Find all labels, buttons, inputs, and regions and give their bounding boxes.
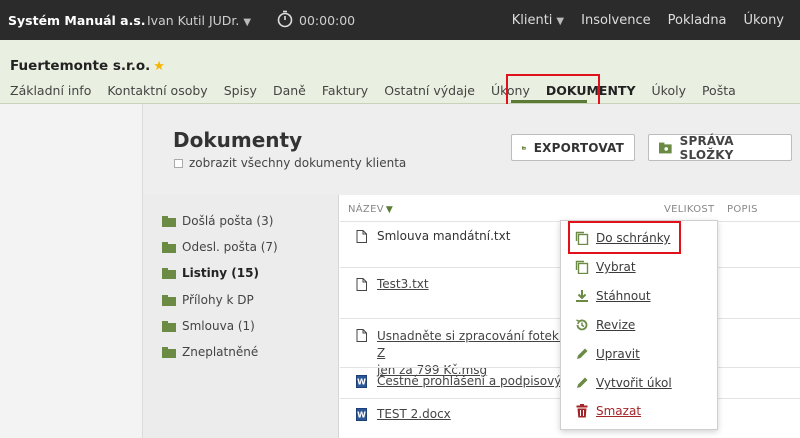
folder-item-invalidated[interactable]: Zneplatněné [162,345,258,359]
tab-files[interactable]: Spisy [224,83,257,98]
client-header: Fuertemonte s.r.o. ★ Základní info Kontak… [0,40,800,104]
chevron-down-icon: ▼ [556,16,565,27]
main-nav: Klienti ▼ Insolvence Pokladna Úkony [512,13,784,28]
menu-item-select[interactable]: Vybrat [575,260,636,274]
folder-icon [162,241,176,253]
document-icon [356,278,367,291]
annotation-highlight-menu-item [568,221,681,254]
stopwatch-icon[interactable] [276,10,294,28]
copy-icon [575,260,589,274]
show-all-documents-option[interactable]: zobrazit všechny dokumenty klienta [174,156,406,170]
pencil-icon [577,348,588,359]
file-name-link[interactable]: TEST 2.docx [377,407,451,421]
table-row[interactable]: W Čestné prohlášení a podpisový vz [356,374,579,388]
show-all-label: zobrazit všechny dokumenty klienta [189,156,407,170]
menu-item-delete[interactable]: Smazat [575,404,641,418]
table-row[interactable]: Test3.txt [356,277,429,291]
documents-header: Dokumenty zobrazit všechny dokumenty kli… [143,104,800,195]
file-name: Smlouva mandátní.txt [377,229,511,243]
app-brand[interactable]: Systém Manuál a.s. [8,13,146,28]
svg-text:W: W [357,411,366,420]
tab-other-expenses[interactable]: Ostatní výdaje [384,83,475,98]
show-all-checkbox[interactable] [174,158,183,168]
client-name: Fuertemonte s.r.o. ★ [10,58,165,74]
pencil-icon [577,377,588,388]
export-button[interactable]: EXPORTOVAT [511,134,635,161]
menu-item-edit[interactable]: Upravit [575,347,640,361]
nav-item-cashdesk[interactable]: Pokladna [668,13,727,28]
user-name: Ivan Kutil JUDr. [147,13,240,28]
document-icon [356,230,367,243]
table-row[interactable]: W TEST 2.docx [356,407,451,421]
folder-admin-button[interactable]: SPRÁVA SLOŽKY [648,134,792,162]
word-document-icon: W [356,408,367,421]
folder-icon [162,215,176,227]
history-icon [576,319,588,331]
folder-item-attachments[interactable]: Přílohy k DP [162,293,254,307]
folder-item-deeds[interactable]: Listiny (15) [162,266,259,280]
menu-item-revisions[interactable]: Revize [575,318,635,332]
column-header-description[interactable]: POPIS [727,204,758,215]
folder-list: Došlá pošta (3) Odesl. pošta (7) Listiny… [143,195,339,438]
export-icon [522,145,526,150]
tab-mail[interactable]: Pošta [702,83,736,98]
trash-icon [576,404,588,418]
column-header-name[interactable]: NÁZEV ▼ [348,204,393,215]
document-icon [356,329,367,342]
menu-item-download[interactable]: Stáhnout [575,289,651,303]
tab-taxes[interactable]: Daně [273,83,306,98]
folder-item-contract[interactable]: Smlouva (1) [162,319,255,333]
file-name-link[interactable]: Usnadněte si zpracování fotek - Zjen za … [377,328,577,379]
client-tabs: Základní info Kontaktní osoby Spisy Daně… [10,83,752,98]
tab-tasks[interactable]: Úkoly [652,83,686,98]
left-gutter [0,104,143,438]
timer-value: 00:00:00 [299,13,356,28]
column-header-size[interactable]: VELIKOST [664,204,714,215]
word-document-icon: W [356,375,367,388]
table-row[interactable]: Usnadněte si zpracování fotek - Zjen za … [356,328,577,379]
nav-item-clients[interactable]: Klienti ▼ [512,13,564,28]
folder-icon [162,294,176,306]
folder-icon [162,320,176,332]
file-name-link[interactable]: Test3.txt [377,277,429,291]
tab-invoices[interactable]: Faktury [322,83,368,98]
folder-item-incoming-mail[interactable]: Došlá pošta (3) [162,214,273,228]
folder-item-sent-mail[interactable]: Odesl. pošta (7) [162,240,278,254]
file-name-link[interactable]: Čestné prohlášení a podpisový vz [377,374,579,388]
table-row[interactable]: Smlouva mandátní.txt [356,229,510,243]
chevron-down-icon: ▼ [243,17,252,28]
menu-item-create-task[interactable]: Vytvořit úkol [575,376,672,390]
annotation-highlight-tab [506,74,600,108]
download-icon [576,290,588,302]
tab-basic-info[interactable]: Základní info [10,83,91,98]
top-bar: Systém Manuál a.s. Ivan Kutil JUDr. ▼ 00:… [0,0,800,40]
sort-down-icon: ▼ [385,205,394,215]
nav-item-acts[interactable]: Úkony [744,13,784,28]
user-menu[interactable]: Ivan Kutil JUDr. ▼ [147,13,251,28]
folder-icon [162,267,176,279]
folder-settings-icon [659,142,672,153]
nav-item-insolvency[interactable]: Insolvence [581,13,651,28]
folder-icon [162,346,176,358]
tab-contacts[interactable]: Kontaktní osoby [107,83,207,98]
page-title: Dokumenty [173,128,303,152]
svg-text:W: W [357,378,366,387]
star-icon[interactable]: ★ [153,59,165,74]
